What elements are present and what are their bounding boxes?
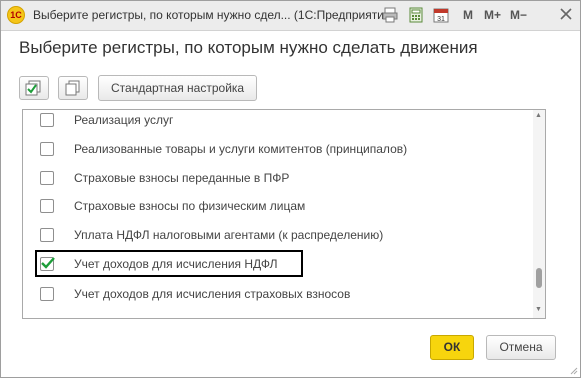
close-icon xyxy=(560,8,572,20)
register-label: Учет доходов для исчисления страховых вз… xyxy=(74,287,351,301)
scroll-up-icon[interactable]: ▲ xyxy=(535,112,542,119)
memory-plus-button[interactable]: M+ xyxy=(484,8,501,22)
list-item[interactable]: Страховые взносы по физическим лицам xyxy=(23,192,533,221)
dialog-window: 1С Выберите регистры, по которым нужно с… xyxy=(0,0,581,378)
close-button[interactable] xyxy=(556,4,576,24)
calendar-day: 31 xyxy=(437,16,445,23)
register-label: Уплата НДФЛ налоговыми агентами (к распр… xyxy=(74,228,384,242)
uncheck-all-icon xyxy=(65,80,80,96)
scroll-down-icon[interactable]: ▼ xyxy=(535,306,542,313)
calendar-icon[interactable]: 31 xyxy=(433,7,449,23)
standard-settings-button[interactable]: Стандартная настройка xyxy=(98,75,258,101)
cancel-button[interactable]: Отмена xyxy=(486,335,556,360)
check-all-icon xyxy=(25,80,41,96)
register-checkbox[interactable] xyxy=(40,287,54,301)
register-checkbox[interactable] xyxy=(40,171,54,185)
register-checkbox[interactable] xyxy=(40,199,54,213)
scroll-thumb[interactable] xyxy=(536,268,542,288)
register-label: Реализованные товары и услуги комитентов… xyxy=(74,142,408,156)
register-checkbox[interactable] xyxy=(40,113,54,127)
register-checkbox[interactable] xyxy=(40,228,54,242)
resize-grip-icon[interactable] xyxy=(568,365,578,375)
memory-minus-button[interactable]: M− xyxy=(510,8,527,22)
register-label: Реализация услуг xyxy=(74,113,174,127)
highlight-frame xyxy=(35,250,303,277)
uncheck-all-button[interactable] xyxy=(58,76,88,100)
ok-button[interactable]: ОК xyxy=(430,335,474,360)
app-logo: 1С xyxy=(7,6,25,24)
check-all-button[interactable] xyxy=(19,76,49,100)
print-icon[interactable] xyxy=(382,7,398,23)
title-bar: 1С Выберите регистры, по которым нужно с… xyxy=(1,1,580,31)
list-item[interactable]: Реализация услуг xyxy=(23,110,533,135)
registers-list: Реализация услуг Реализованные товары и … xyxy=(22,109,546,319)
list-item[interactable]: Уплата НДФЛ налоговыми агентами (к распр… xyxy=(23,221,533,250)
register-checkbox[interactable] xyxy=(40,142,54,156)
dialog-heading: Выберите регистры, по которым нужно сдел… xyxy=(19,38,478,57)
calculator-icon[interactable] xyxy=(408,7,424,23)
memory-button[interactable]: M xyxy=(463,8,473,22)
vertical-scrollbar[interactable]: ▲ ▼ xyxy=(533,110,545,318)
list-item[interactable]: Учет доходов для исчисления страховых вз… xyxy=(23,280,533,309)
list-item[interactable]: Страховые взносы переданные в ПФР xyxy=(23,164,533,193)
list-item[interactable]: Реализованные товары и услуги комитентов… xyxy=(23,135,533,164)
window-title: Выберите регистры, по которым нужно сдел… xyxy=(33,8,395,22)
register-label: Страховые взносы по физическим лицам xyxy=(74,199,306,213)
register-label: Страховые взносы переданные в ПФР xyxy=(74,171,290,185)
